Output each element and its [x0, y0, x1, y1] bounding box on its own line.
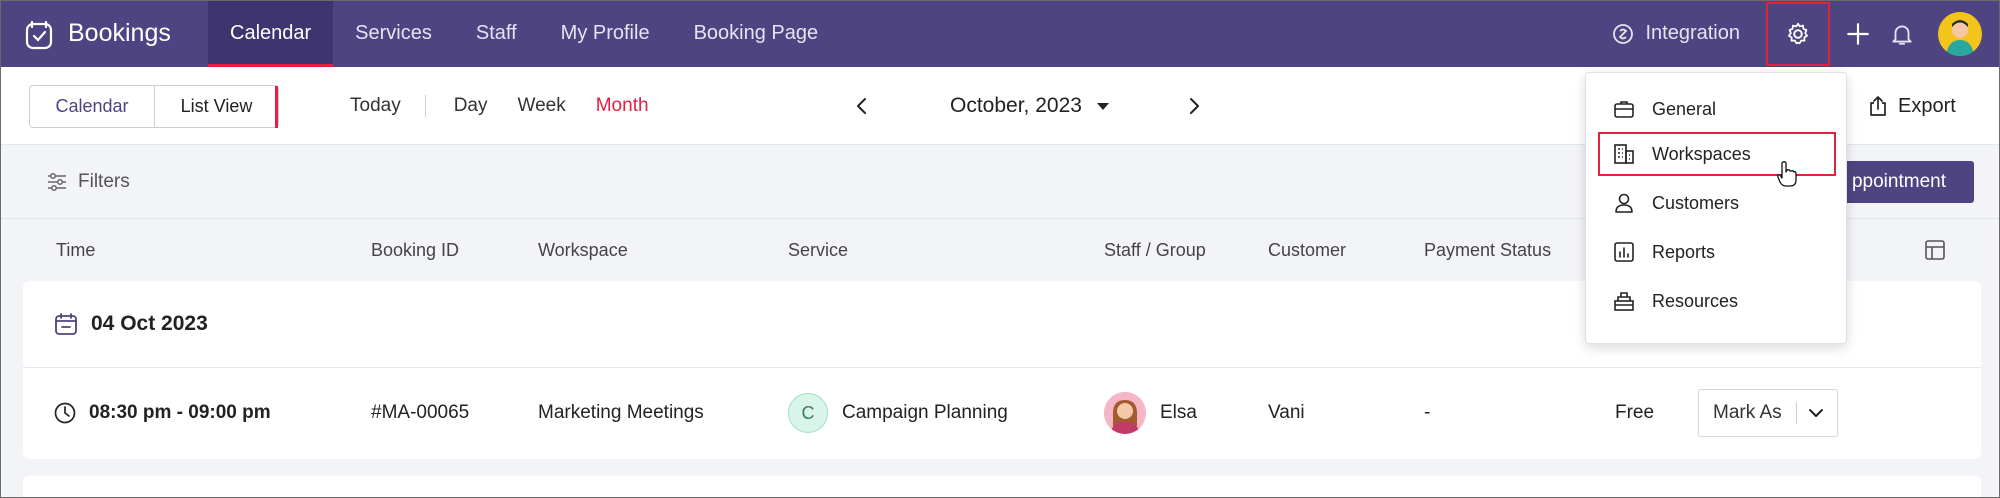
- bookings-logo-icon: [25, 20, 53, 49]
- menu-item-general[interactable]: General: [1586, 87, 1848, 131]
- brand-name: Bookings: [68, 19, 171, 47]
- nav-my-profile[interactable]: My Profile: [539, 0, 672, 67]
- date-navigator: October, 2023: [850, 67, 1206, 145]
- filters-button[interactable]: Filters: [46, 145, 130, 219]
- report-chart-icon: [1614, 242, 1634, 262]
- filters-label: Filters: [78, 171, 130, 192]
- row-service-text: Campaign Planning: [842, 402, 1008, 423]
- plus-icon: [1847, 22, 1869, 45]
- header-workspace[interactable]: Workspace: [538, 219, 628, 281]
- settings-menu: General Workspaces Customers Reports Res…: [1585, 72, 1847, 344]
- nav-calendar[interactable]: Calendar: [208, 0, 334, 67]
- main-nav: Calendar Services Staff My Profile Booki…: [208, 0, 840, 67]
- row-booking-id[interactable]: #MA-00065: [371, 367, 469, 459]
- clock-icon: [54, 402, 76, 424]
- row-time-text: 08:30 pm - 09:00 pm: [89, 402, 271, 423]
- menu-item-reports-label: Reports: [1652, 241, 1716, 262]
- caret-down-icon[interactable]: [1094, 97, 1112, 115]
- resources-icon: [1614, 292, 1634, 311]
- menu-item-reports[interactable]: Reports: [1586, 230, 1848, 274]
- header-service[interactable]: Service: [788, 219, 848, 281]
- today-button[interactable]: Today: [350, 95, 401, 117]
- mark-as-dropdown[interactable]: Mark As: [1698, 389, 1838, 437]
- export-icon: [1870, 96, 1886, 116]
- view-toggle: Calendar List View: [29, 85, 279, 128]
- list-view-button[interactable]: List View: [154, 86, 278, 127]
- integration-link[interactable]: Integration: [1611, 22, 1740, 46]
- header-payment-status[interactable]: Payment Status: [1424, 219, 1551, 281]
- bell-icon: [1892, 25, 1912, 45]
- row-staff-text: Elsa: [1160, 402, 1197, 423]
- person-icon: [1615, 193, 1633, 213]
- range-separator: [424, 95, 426, 117]
- header-customer[interactable]: Customer: [1268, 219, 1346, 281]
- user-avatar[interactable]: [1938, 11, 1982, 56]
- nav-booking-page[interactable]: Booking Page: [672, 0, 841, 67]
- row-service: C Campaign Planning: [788, 367, 1008, 459]
- notifications-button[interactable]: [1880, 0, 1924, 67]
- integration-label: Integration: [1645, 22, 1740, 44]
- menu-item-customers[interactable]: Customers: [1586, 181, 1848, 225]
- row-payment-status: -: [1424, 402, 1431, 423]
- export-button[interactable]: Export: [1866, 67, 1956, 145]
- chevron-right-icon[interactable]: [1182, 94, 1206, 118]
- sliders-icon: [48, 173, 66, 191]
- top-navigation-bar: Bookings Calendar Services Staff My Prof…: [0, 0, 2000, 67]
- building-icon: [1614, 144, 1634, 164]
- calendar-view-button[interactable]: Calendar: [30, 86, 154, 127]
- header-time[interactable]: Time: [56, 219, 95, 281]
- month-tab[interactable]: Month: [596, 95, 649, 117]
- menu-item-general-label: General: [1652, 98, 1717, 119]
- nav-staff[interactable]: Staff: [454, 0, 539, 67]
- service-initial-badge: C: [788, 393, 828, 433]
- menu-item-workspaces-label: Workspaces: [1652, 143, 1751, 164]
- row-time[interactable]: 08:30 pm - 09:00 pm: [53, 367, 271, 459]
- briefcase-icon: [1614, 101, 1634, 118]
- row-staff: Elsa: [1104, 367, 1197, 459]
- header-booking-id[interactable]: Booking ID: [371, 219, 459, 281]
- menu-item-resources[interactable]: Resources: [1586, 279, 1848, 323]
- brand[interactable]: Bookings: [0, 16, 208, 52]
- day-tab[interactable]: Day: [454, 95, 488, 117]
- month-label[interactable]: October, 2023: [950, 94, 1082, 118]
- add-button[interactable]: [1836, 0, 1880, 67]
- menu-item-workspaces[interactable]: Workspaces: [1598, 132, 1836, 176]
- row-customer[interactable]: Vani: [1268, 367, 1305, 459]
- row-price: Free: [1615, 402, 1655, 423]
- list-view-highlight: [275, 86, 278, 128]
- chevron-left-icon[interactable]: [850, 94, 874, 118]
- mark-as-label: Mark As: [1713, 402, 1782, 423]
- staff-avatar-icon: [1104, 392, 1146, 434]
- user-avatar-icon: [1946, 19, 1974, 56]
- calendar-icon: [55, 313, 77, 335]
- column-settings-icon[interactable]: [1923, 238, 1947, 262]
- top-right-actions: Integration: [1611, 0, 2000, 67]
- gear-icon: [1788, 22, 1808, 44]
- group-date-heading: 04 Oct 2023: [53, 311, 208, 337]
- chevron-down-icon: [1808, 409, 1823, 417]
- row-workspace: Marketing Meetings: [538, 402, 704, 423]
- mark-as-separator: [1795, 402, 1797, 424]
- nav-services[interactable]: Services: [333, 0, 454, 67]
- menu-item-customers-label: Customers: [1652, 192, 1740, 213]
- integration-icon: [1613, 23, 1634, 44]
- group-date: 04 Oct 2023: [91, 312, 208, 335]
- settings-button[interactable]: [1766, 1, 1830, 66]
- menu-item-resources-label: Resources: [1652, 290, 1739, 311]
- export-label: Export: [1898, 94, 1956, 117]
- range-tabs: Today Day Week Month: [350, 67, 649, 145]
- staff-avatar: [1104, 392, 1146, 434]
- header-staff-group[interactable]: Staff / Group: [1104, 219, 1206, 281]
- hand-cursor-icon: [1777, 161, 1797, 187]
- week-tab[interactable]: Week: [518, 95, 566, 117]
- next-group-card: [23, 476, 1981, 498]
